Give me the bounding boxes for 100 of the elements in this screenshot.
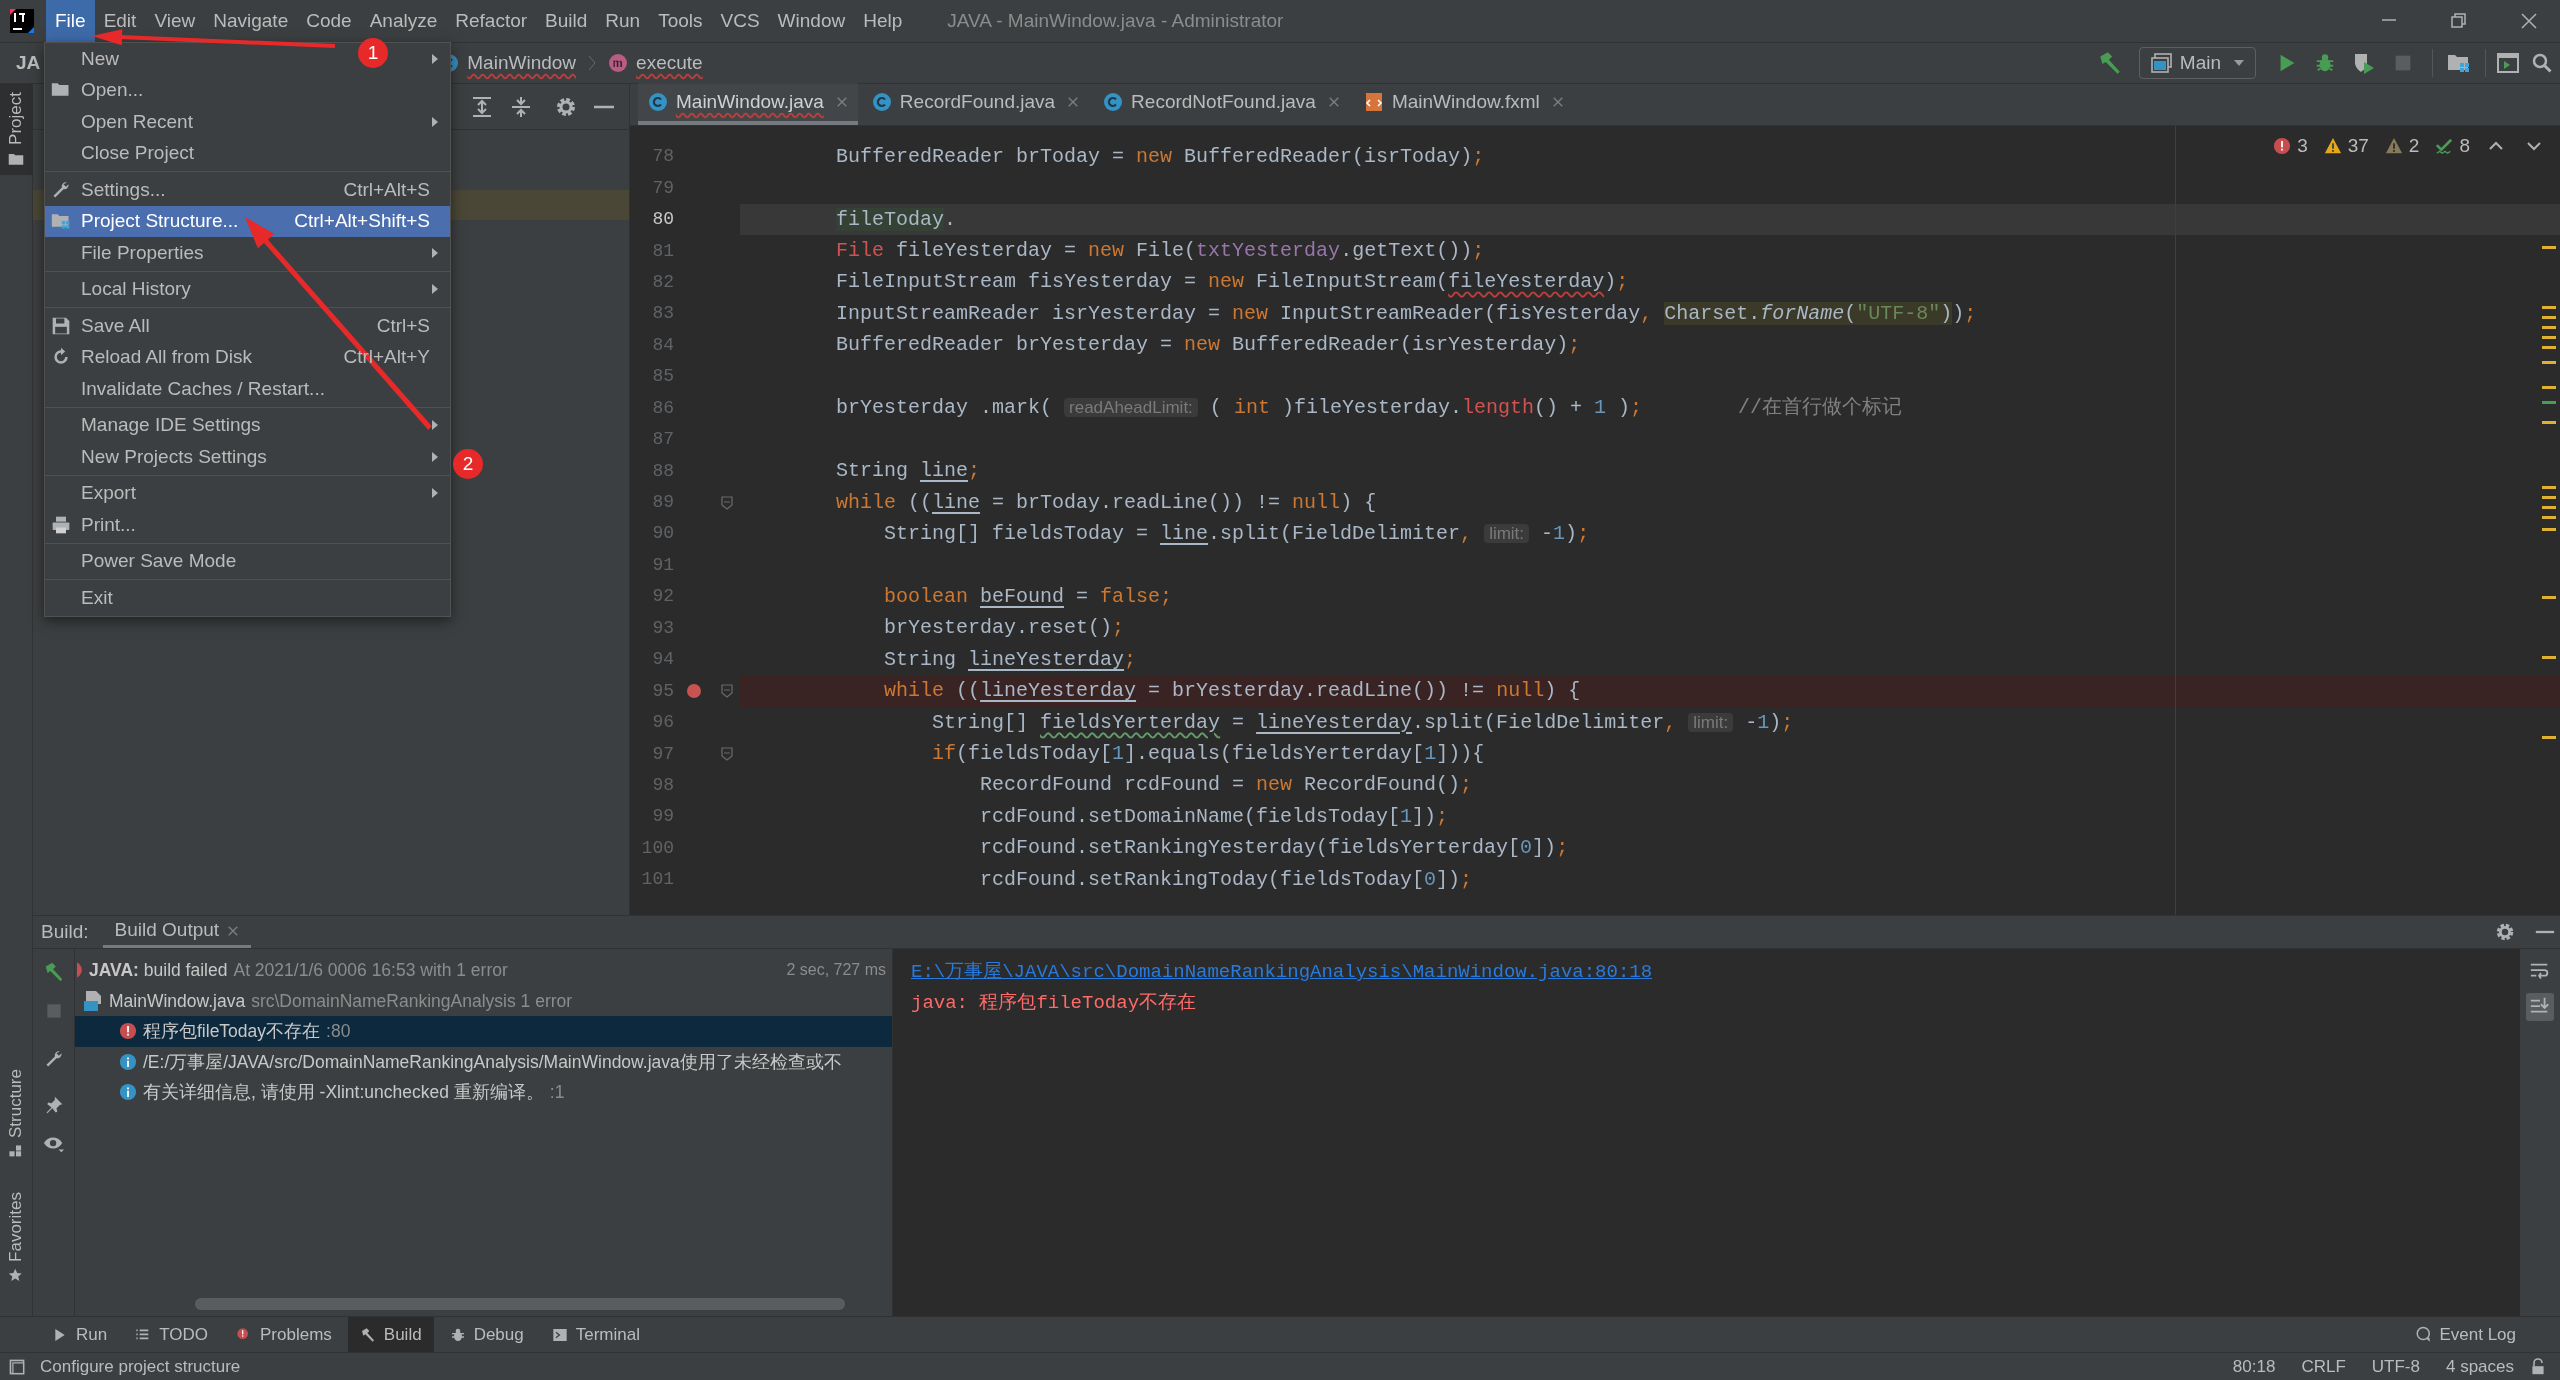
menu-item[interactable]: Power Save Mode	[81, 547, 237, 576]
menu-bar-item[interactable]: View	[145, 0, 205, 42]
window-title: JAVA - MainWindow.java - Administrator	[947, 8, 1284, 33]
info-icon	[119, 1052, 137, 1071]
tool-window-button[interactable]: Debug	[437, 1316, 536, 1353]
build-tree-row[interactable]: JAVA: build failed At 2021/1/6 0006 16:53 with 1 error 2 sec, 727 ms	[75, 955, 892, 986]
line-number: 89	[651, 491, 674, 515]
close-tab-icon[interactable]	[1327, 96, 1340, 108]
expand-all-icon[interactable]	[471, 95, 493, 118]
error-count[interactable]: 3	[2297, 132, 2308, 161]
menu-bar-item[interactable]: Navigate	[204, 0, 298, 42]
editor-tab[interactable]: MainWindow.java	[638, 83, 858, 125]
breakpoint-icon[interactable]	[686, 683, 702, 700]
event-log-button[interactable]: Event Log	[2415, 1321, 2516, 1348]
warning-count[interactable]: 37	[2347, 132, 2369, 161]
build-tree-row[interactable]: /E:/万事屋/JAVA/src/DomainNameRankingAnalysis/MainWindow.java使用了未经检查或不	[75, 1046, 892, 1077]
warning-icon	[2323, 137, 2342, 156]
restore-icon[interactable]	[2450, 12, 2468, 30]
code-line: rcdFound.setRankingToday(fieldsToday[0]);	[980, 866, 1473, 893]
file-link[interactable]: E:\万事屋\JAVA\src\DomainNameRankingAnalysis\MainWindow.java:80:18	[911, 957, 1653, 988]
menu-bar-item[interactable]: Help	[854, 0, 912, 42]
breadcrumb-item[interactable]: execute	[636, 48, 703, 78]
build-tree-row[interactable]: 程序包fileToday不存在 :80	[75, 1016, 892, 1047]
editor-tab[interactable]: RecordFound.java	[861, 83, 1090, 125]
line-number: 84	[651, 333, 674, 357]
panel-toggle-icon[interactable]	[8, 1357, 26, 1376]
menu-item[interactable]: New	[81, 44, 119, 73]
settings-icon[interactable]	[2494, 921, 2516, 943]
build-message-detail: src\DomainNameRankingAnalysis 1 error	[251, 989, 573, 1013]
menu-item[interactable]: Print...	[81, 510, 136, 539]
build-message-detail: :80	[326, 1020, 351, 1044]
app-logo-icon	[10, 9, 34, 33]
menu-bar-item[interactable]: Edit	[94, 0, 146, 42]
horizontal-scrollbar[interactable]	[195, 1298, 845, 1310]
close-icon[interactable]	[2520, 12, 2538, 30]
close-tab-icon[interactable]	[227, 924, 240, 937]
menu-item[interactable]: Open...	[81, 76, 144, 105]
menu-item[interactable]: Exit	[81, 583, 113, 612]
panel-tab[interactable]: Build Output	[102, 916, 252, 948]
line-number: 101	[640, 868, 674, 892]
tool-window-button[interactable]: Run	[40, 1316, 120, 1353]
line-separator[interactable]: CRLF	[2301, 1353, 2346, 1380]
collapse-all-icon[interactable]	[510, 95, 532, 118]
menu-bar-item[interactable]: Tools	[649, 0, 712, 42]
menu-item[interactable]: Project Structure... Ctrl+Alt+Shift+S	[45, 205, 450, 237]
menu-item[interactable]: Settings...	[81, 175, 166, 204]
menu-bar-item[interactable]: VCS	[711, 0, 769, 42]
editor-tab[interactable]: RecordNotFound.java	[1093, 83, 1350, 125]
tool-window-button[interactable]: Terminal	[539, 1316, 652, 1353]
run-configuration-dropdown[interactable]: Main	[2138, 47, 2256, 79]
menu-item[interactable]: Export	[81, 479, 136, 508]
menu-item[interactable]: Close Project	[81, 139, 194, 168]
caret-position[interactable]: 80:18	[2232, 1353, 2276, 1380]
menu-item[interactable]: Reload All from Disk	[81, 343, 253, 372]
build-tree-row[interactable]: MainWindow.java src\DomainNameRankingAnalysis 1 error	[75, 985, 892, 1016]
file-encoding[interactable]: UTF-8	[2371, 1353, 2420, 1380]
close-tab-icon[interactable]	[1067, 96, 1080, 108]
tool-window-tab[interactable]: Favorites	[0, 1183, 33, 1292]
bug-icon[interactable]	[2314, 52, 2336, 74]
menu-bar-item[interactable]: Code	[297, 0, 361, 42]
menu-item[interactable]: File Properties	[81, 238, 204, 267]
breadcrumb-item[interactable]: MainWindow	[467, 48, 577, 78]
build-message: /E:/万事屋/JAVA/src/DomainNameRankingAnalysis/MainWindow.java使用了未经检查或不	[143, 1050, 842, 1074]
menu-bar-item[interactable]: Run	[596, 0, 650, 42]
build-tree-row[interactable]: 有关详细信息, 请使用 -Xlint:unchecked 重新编译。 :1	[75, 1077, 892, 1108]
tool-window-tab[interactable]: Project	[0, 84, 33, 175]
class-icon	[1103, 92, 1124, 112]
close-tab-icon[interactable]	[1551, 96, 1564, 108]
error-message: java: 程序包fileToday不存在	[911, 991, 1197, 1016]
shield-run-icon[interactable]	[2352, 51, 2376, 75]
tool-window-tab[interactable]: Structure	[0, 1060, 33, 1168]
code-line: boolean beFound = false;	[884, 583, 1173, 610]
menu-item[interactable]: Save All	[81, 311, 150, 340]
tool-window-button[interactable]: Build	[347, 1316, 434, 1353]
editor-tab[interactable]: MainWindow.fxml	[1353, 83, 1574, 125]
menu-item[interactable]: Open Recent	[81, 107, 193, 136]
menu-bar-item[interactable]: Build	[536, 0, 597, 42]
line-number: 79	[651, 176, 674, 200]
menu-item[interactable]: Local History	[81, 275, 191, 304]
panel-label: Build:	[41, 919, 89, 944]
menu-item[interactable]: Invalidate Caches / Restart...	[81, 374, 325, 403]
search-icon[interactable]	[2530, 51, 2554, 75]
typo-count[interactable]: 8	[2459, 132, 2470, 161]
menu-bar-item[interactable]: File	[46, 0, 95, 42]
fold-icon[interactable]	[721, 684, 733, 699]
scroll-to-end-icon[interactable]	[2526, 993, 2554, 1021]
menu-bar-item[interactable]: Refactor	[446, 0, 537, 42]
menu-bar-item[interactable]: Window	[768, 0, 855, 42]
indent-setting[interactable]: 4 spaces	[2445, 1353, 2514, 1380]
next-icon[interactable]	[2526, 140, 2542, 153]
menu-item[interactable]: Manage IDE Settings	[81, 411, 261, 440]
terminal-window-icon[interactable]	[2496, 51, 2520, 75]
fold-icon[interactable]	[721, 495, 733, 510]
fold-icon[interactable]	[721, 747, 733, 762]
tool-window-button[interactable]: TODO	[123, 1316, 220, 1353]
lock-icon[interactable]	[2530, 1357, 2546, 1376]
menu-item[interactable]: New Projects Settings	[81, 442, 267, 471]
code-line: BufferedReader brToday = new BufferedReader(isrToday);	[836, 143, 1485, 170]
tool-window-button[interactable]: Problems	[224, 1316, 344, 1353]
weak-warning-count[interactable]: 2	[2408, 132, 2420, 161]
